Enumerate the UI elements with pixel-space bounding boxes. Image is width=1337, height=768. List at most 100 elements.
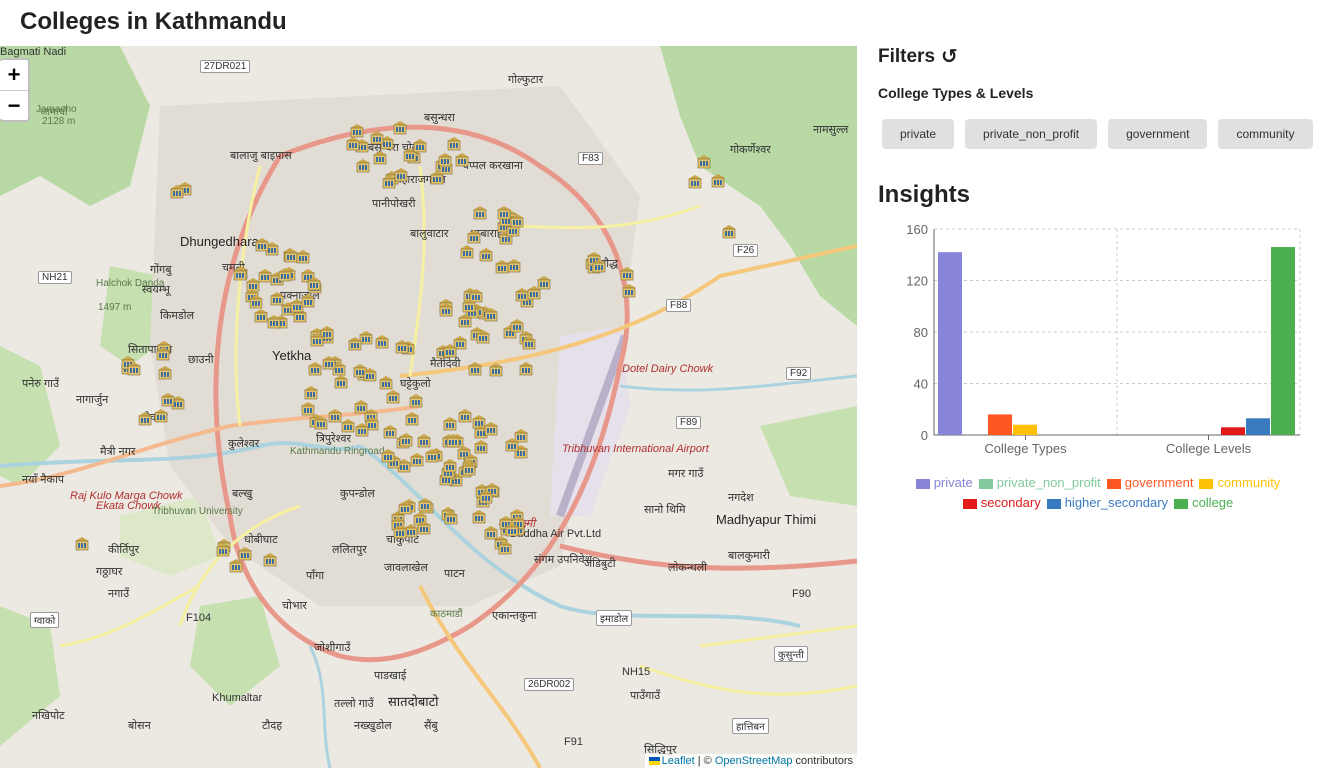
zoom-in-button[interactable]: + <box>0 60 28 90</box>
college-marker-icon[interactable] <box>711 174 725 188</box>
college-marker-icon[interactable] <box>425 449 439 463</box>
college-marker-icon[interactable] <box>255 238 269 252</box>
college-marker-icon[interactable] <box>238 547 252 561</box>
college-marker-icon[interactable] <box>467 230 481 244</box>
college-marker-icon[interactable] <box>476 330 490 344</box>
college-marker-icon[interactable] <box>505 438 519 452</box>
filter-chip-private[interactable]: private <box>882 119 955 149</box>
college-marker-icon[interactable] <box>417 434 431 448</box>
college-marker-icon[interactable] <box>510 319 524 333</box>
college-marker-icon[interactable] <box>373 151 387 165</box>
college-marker-icon[interactable] <box>348 337 362 351</box>
college-marker-icon[interactable] <box>410 453 424 467</box>
college-marker-icon[interactable] <box>447 137 461 151</box>
legend-item-college[interactable]: college <box>1174 493 1233 513</box>
college-marker-icon[interactable] <box>322 356 336 370</box>
college-marker-icon[interactable] <box>233 267 247 281</box>
college-marker-icon[interactable] <box>216 543 230 557</box>
college-marker-icon[interactable] <box>472 510 486 524</box>
filter-chip-community[interactable]: community <box>1218 119 1313 149</box>
legend-item-private-non-profit[interactable]: private_non_profit <box>978 473 1101 493</box>
college-marker-icon[interactable] <box>398 501 412 515</box>
college-marker-icon[interactable] <box>484 526 498 540</box>
college-marker-icon[interactable] <box>258 269 272 283</box>
college-marker-icon[interactable] <box>507 259 521 273</box>
college-marker-icon[interactable] <box>439 303 453 317</box>
college-marker-icon[interactable] <box>304 386 318 400</box>
college-marker-icon[interactable] <box>495 260 509 274</box>
college-marker-icon[interactable] <box>497 206 511 220</box>
filter-chip-private-non-profit[interactable]: private_non_profit <box>965 119 1098 149</box>
college-marker-icon[interactable] <box>399 433 413 447</box>
college-marker-icon[interactable] <box>381 449 395 463</box>
college-marker-icon[interactable] <box>393 525 407 539</box>
college-marker-icon[interactable] <box>301 294 315 308</box>
college-marker-icon[interactable] <box>355 423 369 437</box>
college-marker-icon[interactable] <box>296 250 310 264</box>
college-marker-icon[interactable] <box>458 314 472 328</box>
college-marker-icon[interactable] <box>370 131 384 145</box>
college-marker-icon[interactable] <box>382 175 396 189</box>
college-marker-icon[interactable] <box>519 362 533 376</box>
college-marker-icon[interactable] <box>267 315 281 329</box>
college-marker-icon[interactable] <box>383 425 397 439</box>
college-marker-icon[interactable] <box>479 490 493 504</box>
college-marker-icon[interactable] <box>474 440 488 454</box>
college-marker-icon[interactable] <box>350 124 364 138</box>
college-marker-icon[interactable] <box>314 416 328 430</box>
college-marker-icon[interactable] <box>484 422 498 436</box>
osm-link[interactable]: OpenStreetMap <box>715 755 793 767</box>
college-marker-icon[interactable] <box>307 277 321 291</box>
college-marker-icon[interactable] <box>489 363 503 377</box>
college-marker-icon[interactable] <box>722 225 736 239</box>
college-marker-icon[interactable] <box>430 171 444 185</box>
college-marker-icon[interactable] <box>697 155 711 169</box>
college-marker-icon[interactable] <box>443 459 457 473</box>
college-marker-icon[interactable] <box>127 362 141 376</box>
legend-item-private[interactable]: private <box>915 473 973 493</box>
college-marker-icon[interactable] <box>363 368 377 382</box>
college-marker-icon[interactable] <box>443 344 457 358</box>
legend-item-secondary[interactable]: secondary <box>962 493 1041 513</box>
college-marker-icon[interactable] <box>688 175 702 189</box>
college-marker-icon[interactable] <box>158 366 172 380</box>
college-marker-icon[interactable] <box>462 462 476 476</box>
college-marker-icon[interactable] <box>460 245 474 259</box>
college-marker-icon[interactable] <box>527 286 541 300</box>
zoom-out-button[interactable]: − <box>0 90 28 120</box>
college-marker-icon[interactable] <box>75 537 89 551</box>
college-marker-icon[interactable] <box>346 137 360 151</box>
college-marker-icon[interactable] <box>254 309 268 323</box>
college-marker-icon[interactable] <box>510 214 524 228</box>
college-marker-icon[interactable] <box>394 168 408 182</box>
college-marker-icon[interactable] <box>395 340 409 354</box>
college-marker-icon[interactable] <box>622 284 636 298</box>
college-marker-icon[interactable] <box>417 521 431 535</box>
college-marker-icon[interactable] <box>249 295 263 309</box>
college-marker-icon[interactable] <box>418 498 432 512</box>
legend-item-community[interactable]: community <box>1199 473 1280 493</box>
college-marker-icon[interactable] <box>479 248 493 262</box>
college-marker-icon[interactable] <box>484 308 498 322</box>
refresh-icon[interactable]: ↺ <box>941 44 958 69</box>
college-marker-icon[interactable] <box>458 409 472 423</box>
college-marker-icon[interactable] <box>379 376 393 390</box>
college-marker-icon[interactable] <box>438 153 452 167</box>
college-marker-icon[interactable] <box>341 419 355 433</box>
college-marker-icon[interactable] <box>386 390 400 404</box>
college-marker-icon[interactable] <box>310 333 324 347</box>
college-marker-icon[interactable] <box>328 409 342 423</box>
college-marker-icon[interactable] <box>409 394 423 408</box>
filter-chip-government[interactable]: government <box>1108 119 1208 149</box>
college-marker-icon[interactable] <box>170 185 184 199</box>
college-marker-icon[interactable] <box>278 268 292 282</box>
college-marker-icon[interactable] <box>462 299 476 313</box>
college-marker-icon[interactable] <box>413 139 427 153</box>
college-marker-icon[interactable] <box>154 409 168 423</box>
college-marker-icon[interactable] <box>405 412 419 426</box>
college-marker-icon[interactable] <box>356 159 370 173</box>
college-marker-icon[interactable] <box>161 393 175 407</box>
college-marker-icon[interactable] <box>354 400 368 414</box>
college-marker-icon[interactable] <box>522 336 536 350</box>
college-marker-icon[interactable] <box>393 121 407 135</box>
